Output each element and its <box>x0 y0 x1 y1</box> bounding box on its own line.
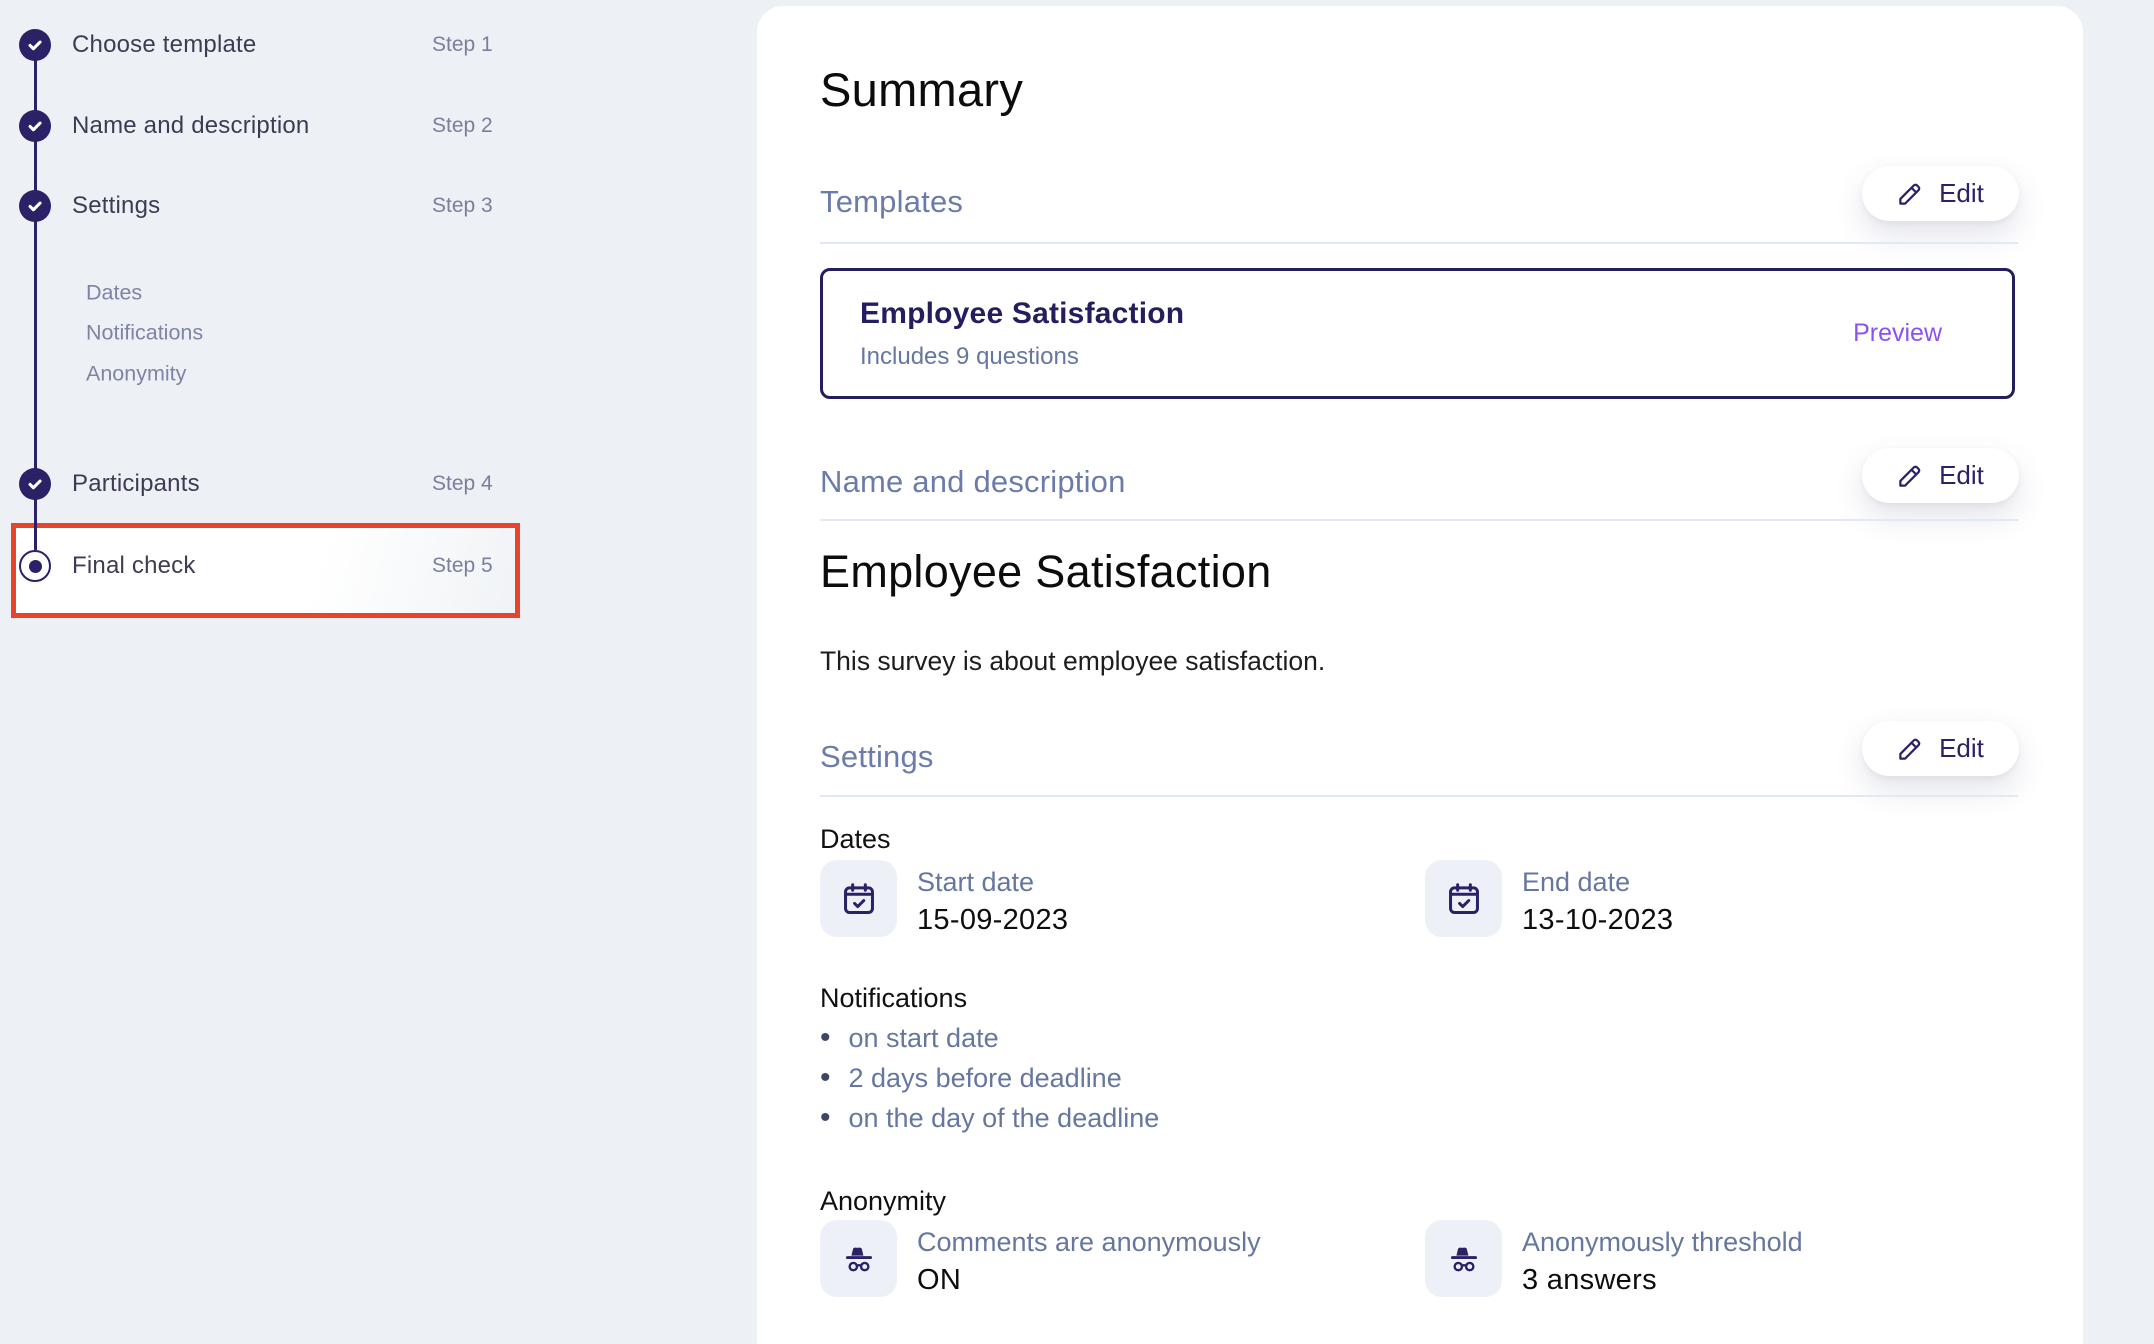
bullet-dot: • <box>820 1063 831 1093</box>
sidebar-step-choose-template[interactable]: Choose template Step 1 <box>0 23 560 67</box>
name-description-section-heading: Name and description <box>820 464 1126 500</box>
main-panel: Summary Edit Templates Employee Satisfac… <box>757 6 2083 1344</box>
sidebar-subitem-anonymity[interactable]: Anonymity <box>86 362 186 387</box>
sidebar-subitem-notifications[interactable]: Notifications <box>86 321 203 346</box>
incognito-icon <box>820 1220 897 1297</box>
notifications-list: • on start date • 2 days before deadline… <box>820 1018 1159 1138</box>
check-circle-icon <box>19 110 51 142</box>
page-title: Summary <box>820 62 1023 117</box>
dates-group-label: Dates <box>820 824 891 855</box>
notification-item: • on start date <box>820 1018 1159 1058</box>
preview-link[interactable]: Preview <box>1853 319 1942 348</box>
notification-item: • 2 days before deadline <box>820 1058 1159 1098</box>
anonymity-comments-item: Comments are anonymously ON <box>820 1220 1261 1297</box>
step-number: Step 2 <box>432 114 493 138</box>
sidebar-stepper: Choose template Step 1 Name and descript… <box>0 0 757 1344</box>
sidebar-step-participants[interactable]: Participants Step 4 <box>0 462 560 506</box>
section-divider <box>820 242 2018 244</box>
calendar-check-icon <box>1425 860 1502 937</box>
step-number: Step 5 <box>432 554 493 578</box>
notification-item-label: on the day of the deadline <box>849 1103 1160 1134</box>
name-description-edit-button[interactable]: Edit <box>1862 448 2019 503</box>
pencil-icon <box>1897 180 1924 207</box>
notification-item: • on the day of the deadline <box>820 1098 1159 1138</box>
survey-description: This survey is about employee satisfacti… <box>820 646 1325 677</box>
anonymity-comments-value: ON <box>917 1264 1261 1297</box>
check-circle-icon <box>19 468 51 500</box>
sidebar-step-name-description[interactable]: Name and description Step 2 <box>0 104 560 148</box>
sidebar-subitem-dates[interactable]: Dates <box>86 281 142 306</box>
calendar-check-icon <box>820 860 897 937</box>
sidebar-step-final-check[interactable]: Final check Step 5 <box>0 544 560 588</box>
template-card-subtitle: Includes 9 questions <box>860 343 1079 371</box>
anonymity-threshold-item: Anonymously threshold 3 answers <box>1425 1220 1803 1297</box>
step-label: Choose template <box>72 31 256 59</box>
pencil-icon <box>1897 735 1924 762</box>
notifications-group-label: Notifications <box>820 983 967 1014</box>
anonymity-threshold-label: Anonymously threshold <box>1522 1227 1803 1258</box>
section-divider <box>820 795 2018 797</box>
check-circle-icon <box>19 29 51 61</box>
pencil-icon <box>1897 462 1924 489</box>
anonymity-comments-label: Comments are anonymously <box>917 1227 1261 1258</box>
notification-item-label: on start date <box>849 1023 999 1054</box>
settings-section-heading: Settings <box>820 739 934 775</box>
step-number: Step 4 <box>432 472 493 496</box>
template-card[interactable]: Employee Satisfaction Includes 9 questio… <box>820 268 2015 399</box>
start-date-item: Start date 15-09-2023 <box>820 860 1068 937</box>
bullet-dot: • <box>820 1103 831 1133</box>
incognito-icon <box>1425 1220 1502 1297</box>
step-label: Final check <box>72 552 196 580</box>
anonymity-group-label: Anonymity <box>820 1186 946 1217</box>
step-label: Name and description <box>72 112 309 140</box>
end-date-item: End date 13-10-2023 <box>1425 860 1673 937</box>
section-divider <box>820 519 2018 521</box>
edit-button-label: Edit <box>1939 178 1984 209</box>
start-date-value: 15-09-2023 <box>917 904 1068 937</box>
step-number: Step 1 <box>432 33 493 57</box>
survey-name: Employee Satisfaction <box>820 546 1272 598</box>
edit-button-label: Edit <box>1939 733 1984 764</box>
settings-edit-button[interactable]: Edit <box>1862 721 2019 776</box>
check-circle-icon <box>19 190 51 222</box>
step-label: Settings <box>72 192 160 220</box>
radio-dot-icon <box>19 550 51 582</box>
templates-edit-button[interactable]: Edit <box>1862 166 2019 221</box>
edit-button-label: Edit <box>1939 460 1984 491</box>
step-number: Step 3 <box>432 194 493 218</box>
anonymity-threshold-value: 3 answers <box>1522 1264 1803 1297</box>
start-date-label: Start date <box>917 867 1068 898</box>
bullet-dot: • <box>820 1023 831 1053</box>
end-date-value: 13-10-2023 <box>1522 904 1673 937</box>
end-date-label: End date <box>1522 867 1673 898</box>
notification-item-label: 2 days before deadline <box>849 1063 1122 1094</box>
sidebar-step-settings[interactable]: Settings Step 3 <box>0 184 560 228</box>
step-label: Participants <box>72 470 200 498</box>
template-card-title: Employee Satisfaction <box>860 297 1184 331</box>
templates-section-heading: Templates <box>820 184 963 220</box>
